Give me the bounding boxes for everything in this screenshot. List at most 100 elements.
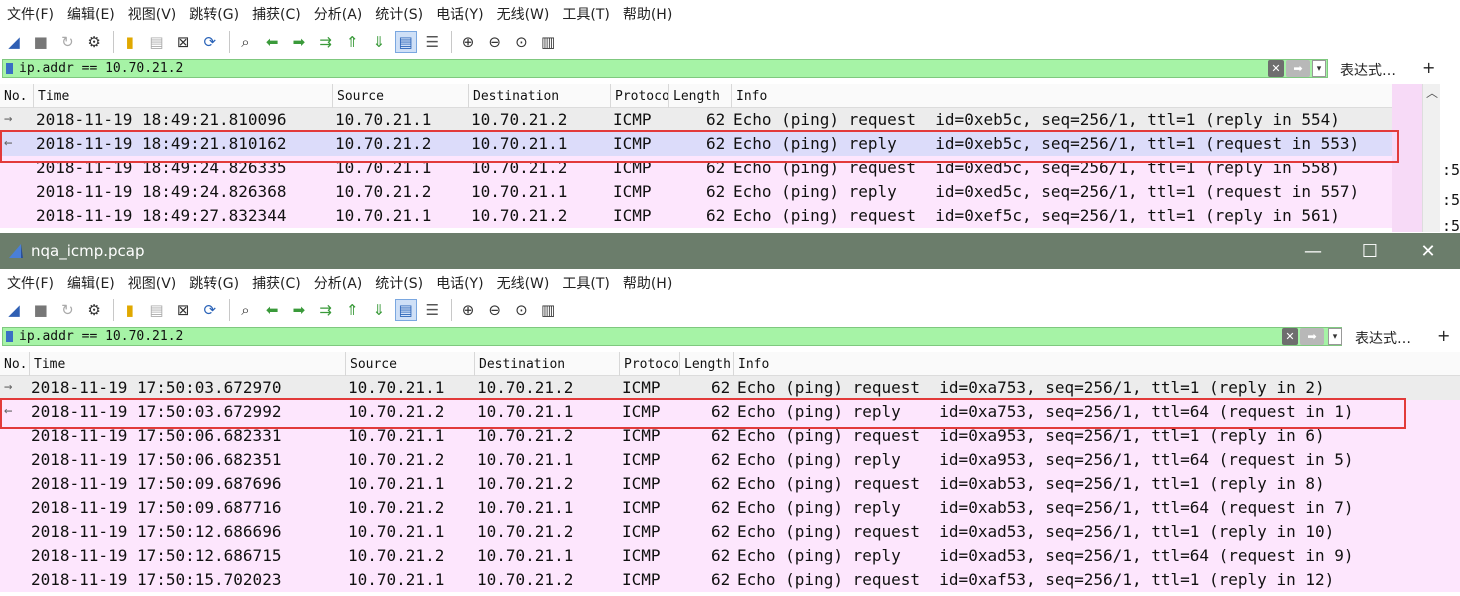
- column-header-destination[interactable]: Destination: [468, 84, 610, 108]
- autoscroll-icon[interactable]: ▤: [394, 31, 417, 53]
- column-header-length[interactable]: Length: [668, 84, 731, 108]
- restart-icon[interactable]: ↻: [56, 299, 78, 321]
- column-header-info[interactable]: Info: [733, 352, 1460, 376]
- packet-row[interactable]: 2018-11-19 17:50:12.686696 10.70.21.1 10.7…: [0, 520, 1460, 544]
- menu-item[interactable]: 分析(A): [314, 4, 363, 24]
- colorize-icon[interactable]: ☰: [421, 31, 443, 53]
- open-file-icon[interactable]: ▮: [119, 299, 141, 321]
- column-header-no[interactable]: No.: [0, 84, 33, 108]
- expression-button[interactable]: 表达式…: [1340, 60, 1396, 80]
- packet-row[interactable]: → 2018-11-19 17:50:03.672970 10.70.21.1 10.…: [0, 376, 1460, 400]
- menu-item[interactable]: 文件(F): [7, 4, 54, 24]
- last-packet-icon[interactable]: ⇓: [368, 299, 390, 321]
- filter-bookmark-icon[interactable]: [3, 60, 16, 77]
- packet-row[interactable]: 2018-11-19 18:49:27.832344 10.70.21.1 10.7…: [0, 204, 1392, 228]
- colorize-icon[interactable]: ☰: [421, 299, 443, 321]
- zoom-out-icon[interactable]: ⊖: [484, 31, 506, 53]
- column-header-protocol[interactable]: Protocol: [610, 84, 668, 108]
- packet-row[interactable]: → 2018-11-19 18:49:21.810096 10.70.21.1 10.…: [0, 108, 1392, 132]
- menu-item[interactable]: 捕获(C): [252, 273, 301, 293]
- menu-item[interactable]: 编辑(E): [67, 4, 115, 24]
- column-header-destination[interactable]: Destination: [474, 352, 619, 376]
- column-header-time[interactable]: Time: [33, 84, 332, 108]
- packet-row[interactable]: 2018-11-19 17:50:09.687696 10.70.21.1 10.7…: [0, 472, 1460, 496]
- column-header-time[interactable]: Time: [29, 352, 345, 376]
- menu-item[interactable]: 跳转(G): [189, 273, 239, 293]
- filter-history-dropdown[interactable]: ▾: [1312, 60, 1326, 77]
- go-forward-icon[interactable]: ➡: [288, 299, 310, 321]
- clear-filter-button[interactable]: ✕: [1282, 328, 1298, 345]
- column-header-info[interactable]: Info: [731, 84, 1392, 108]
- minimize-button[interactable]: —: [1290, 233, 1336, 269]
- column-header-protocol[interactable]: Protocol: [619, 352, 679, 376]
- packet-row[interactable]: 2018-11-19 17:50:12.686715 10.70.21.2 10.7…: [0, 544, 1460, 568]
- add-filter-button[interactable]: +: [1422, 58, 1435, 77]
- menu-item[interactable]: 文件(F): [7, 273, 54, 293]
- first-packet-icon[interactable]: ⇑: [341, 299, 363, 321]
- reload-icon[interactable]: ⟳: [199, 299, 221, 321]
- menu-item[interactable]: 无线(W): [497, 4, 550, 24]
- menu-item[interactable]: 帮助(H): [623, 273, 672, 293]
- go-to-packet-icon[interactable]: ⇉: [315, 299, 337, 321]
- zoom-in-icon[interactable]: ⊕: [457, 31, 479, 53]
- menu-item[interactable]: 工具(T): [562, 273, 609, 293]
- column-header-length[interactable]: Length: [679, 352, 733, 376]
- shark-fin-icon[interactable]: ◢: [3, 31, 25, 53]
- go-back-icon[interactable]: ⬅: [261, 299, 283, 321]
- clear-filter-button[interactable]: ✕: [1268, 60, 1284, 77]
- close-button[interactable]: ✕: [1405, 233, 1451, 269]
- menu-item[interactable]: 跳转(G): [189, 4, 239, 24]
- scroll-up-icon[interactable]: ︿: [1426, 84, 1438, 101]
- stop-icon[interactable]: ■: [30, 299, 52, 321]
- packet-row[interactable]: 2018-11-19 17:50:06.682351 10.70.21.2 10.7…: [0, 448, 1460, 472]
- menu-item[interactable]: 电话(Y): [436, 4, 483, 24]
- column-header-no[interactable]: No.: [0, 352, 29, 376]
- options-gear-icon[interactable]: ⚙: [83, 299, 105, 321]
- open-file-icon[interactable]: ▮: [119, 31, 141, 53]
- filter-history-dropdown[interactable]: ▾: [1328, 328, 1342, 345]
- window-titlebar[interactable]: nqa_icmp.pcap — ☐ ✕: [0, 233, 1460, 269]
- menu-item[interactable]: 帮助(H): [623, 4, 672, 24]
- menu-item[interactable]: 电话(Y): [436, 273, 483, 293]
- menu-item[interactable]: 视图(V): [128, 273, 177, 293]
- menu-item[interactable]: 统计(S): [375, 273, 423, 293]
- packet-row[interactable]: 2018-11-19 17:50:09.687716 10.70.21.2 10.7…: [0, 496, 1460, 520]
- menu-item[interactable]: 分析(A): [314, 273, 363, 293]
- apply-filter-button[interactable]: ➡: [1300, 328, 1324, 345]
- maximize-button[interactable]: ☐: [1347, 233, 1393, 269]
- save-file-icon[interactable]: ▤: [145, 299, 167, 321]
- zoom-normal-icon[interactable]: ⊙: [510, 31, 532, 53]
- autoscroll-icon[interactable]: ▤: [394, 299, 417, 321]
- menu-item[interactable]: 统计(S): [375, 4, 423, 24]
- column-header-source[interactable]: Source: [345, 352, 474, 376]
- go-back-icon[interactable]: ⬅: [261, 31, 283, 53]
- filter-bookmark-icon[interactable]: [3, 328, 16, 345]
- packet-row[interactable]: 2018-11-19 18:49:24.826368 10.70.21.2 10.7…: [0, 180, 1392, 204]
- display-filter-input[interactable]: ip.addr == 10.70.21.2: [2, 59, 1328, 78]
- vertical-scrollbar-top[interactable]: ︿: [1422, 84, 1440, 232]
- resize-columns-icon[interactable]: ▥: [537, 299, 559, 321]
- go-to-packet-icon[interactable]: ⇉: [315, 31, 337, 53]
- find-icon[interactable]: ⌕: [235, 31, 257, 53]
- shark-fin-icon[interactable]: ◢: [3, 299, 25, 321]
- menu-item[interactable]: 捕获(C): [252, 4, 301, 24]
- zoom-out-icon[interactable]: ⊖: [484, 299, 506, 321]
- resize-columns-icon[interactable]: ▥: [537, 31, 559, 53]
- find-icon[interactable]: ⌕: [235, 299, 257, 321]
- options-gear-icon[interactable]: ⚙: [83, 31, 105, 53]
- packet-row[interactable]: 2018-11-19 17:50:15.702023 10.70.21.1 10.7…: [0, 568, 1460, 592]
- last-packet-icon[interactable]: ⇓: [368, 31, 390, 53]
- add-filter-button[interactable]: +: [1437, 326, 1450, 345]
- expression-button[interactable]: 表达式…: [1355, 328, 1411, 348]
- go-forward-icon[interactable]: ➡: [288, 31, 310, 53]
- restart-icon[interactable]: ↻: [56, 31, 78, 53]
- menu-item[interactable]: 无线(W): [497, 273, 550, 293]
- reload-icon[interactable]: ⟳: [199, 31, 221, 53]
- zoom-normal-icon[interactable]: ⊙: [510, 299, 532, 321]
- menu-item[interactable]: 工具(T): [562, 4, 609, 24]
- column-header-source[interactable]: Source: [332, 84, 468, 108]
- stop-icon[interactable]: ■: [30, 31, 52, 53]
- close-file-icon[interactable]: ⊠: [172, 31, 194, 53]
- menu-item[interactable]: 编辑(E): [67, 273, 115, 293]
- save-file-icon[interactable]: ▤: [145, 31, 167, 53]
